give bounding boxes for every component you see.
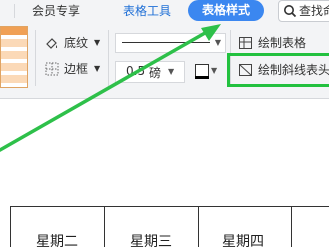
table-column-border	[10, 206, 11, 247]
table-header-cell[interactable]: 星期二	[36, 234, 78, 250]
dropdown-arrow-icon: ▼	[211, 66, 218, 75]
table-column-border	[198, 206, 199, 247]
table-column-border	[104, 206, 105, 247]
table-style-preview[interactable]	[0, 26, 28, 88]
table-header-cell[interactable]: 星期四	[222, 234, 264, 250]
border-icon	[45, 62, 59, 76]
draw-table-button[interactable]: 绘制表格	[238, 34, 329, 52]
tab-vip[interactable]: 会员专享	[32, 0, 80, 22]
group-separator	[35, 30, 36, 86]
preview-row	[1, 39, 27, 47]
table-header-cell[interactable]: 星期三	[130, 234, 172, 250]
draw-table-label: 绘制表格	[258, 36, 307, 50]
tab-table-style[interactable]: 表格样式	[188, 0, 264, 21]
pen-color-button[interactable]: ▼	[192, 61, 220, 81]
preview-header-row	[1, 27, 27, 35]
border-label: 边框	[64, 62, 89, 76]
preview-row	[1, 75, 27, 83]
border-button[interactable]: 边框 ▼	[44, 60, 104, 78]
table-top-border	[10, 206, 329, 207]
pen-color-swatch	[195, 76, 209, 79]
draw-table-icon	[239, 37, 252, 49]
search-icon	[284, 5, 297, 18]
dropdown-arrow-icon: ▼	[94, 38, 101, 47]
ribbon-tab-bar: 会员专享 表格工具 表格样式 查找命	[0, 0, 329, 24]
shading-button[interactable]: 底纹 ▼	[44, 34, 104, 52]
tab-table-tools[interactable]: 表格工具	[123, 0, 171, 22]
dropdown-arrow-icon: ▼	[214, 38, 221, 47]
shading-icon	[46, 38, 58, 49]
shading-label: 底纹	[64, 36, 89, 50]
line-width-select[interactable]: 0.5 磅 ▼	[115, 61, 185, 83]
preview-row	[1, 63, 27, 71]
tab-separator	[14, 4, 15, 18]
document-area[interactable]	[0, 99, 329, 247]
highlight-box	[227, 53, 329, 87]
preview-row	[1, 51, 27, 59]
tab-partial[interactable]	[0, 0, 12, 22]
table-column-border	[291, 206, 292, 247]
line-width-unit: 磅	[149, 66, 162, 80]
line-style-select[interactable]: ▼	[115, 33, 226, 53]
line-style-sample	[122, 42, 210, 43]
dropdown-arrow-icon: ▼	[94, 64, 101, 73]
search-label: 查找命	[299, 4, 329, 18]
group-separator	[108, 30, 109, 86]
line-width-value: 0.5	[126, 64, 146, 78]
dropdown-arrow-icon: ▼	[168, 67, 175, 76]
search-box[interactable]: 查找命	[278, 0, 329, 22]
